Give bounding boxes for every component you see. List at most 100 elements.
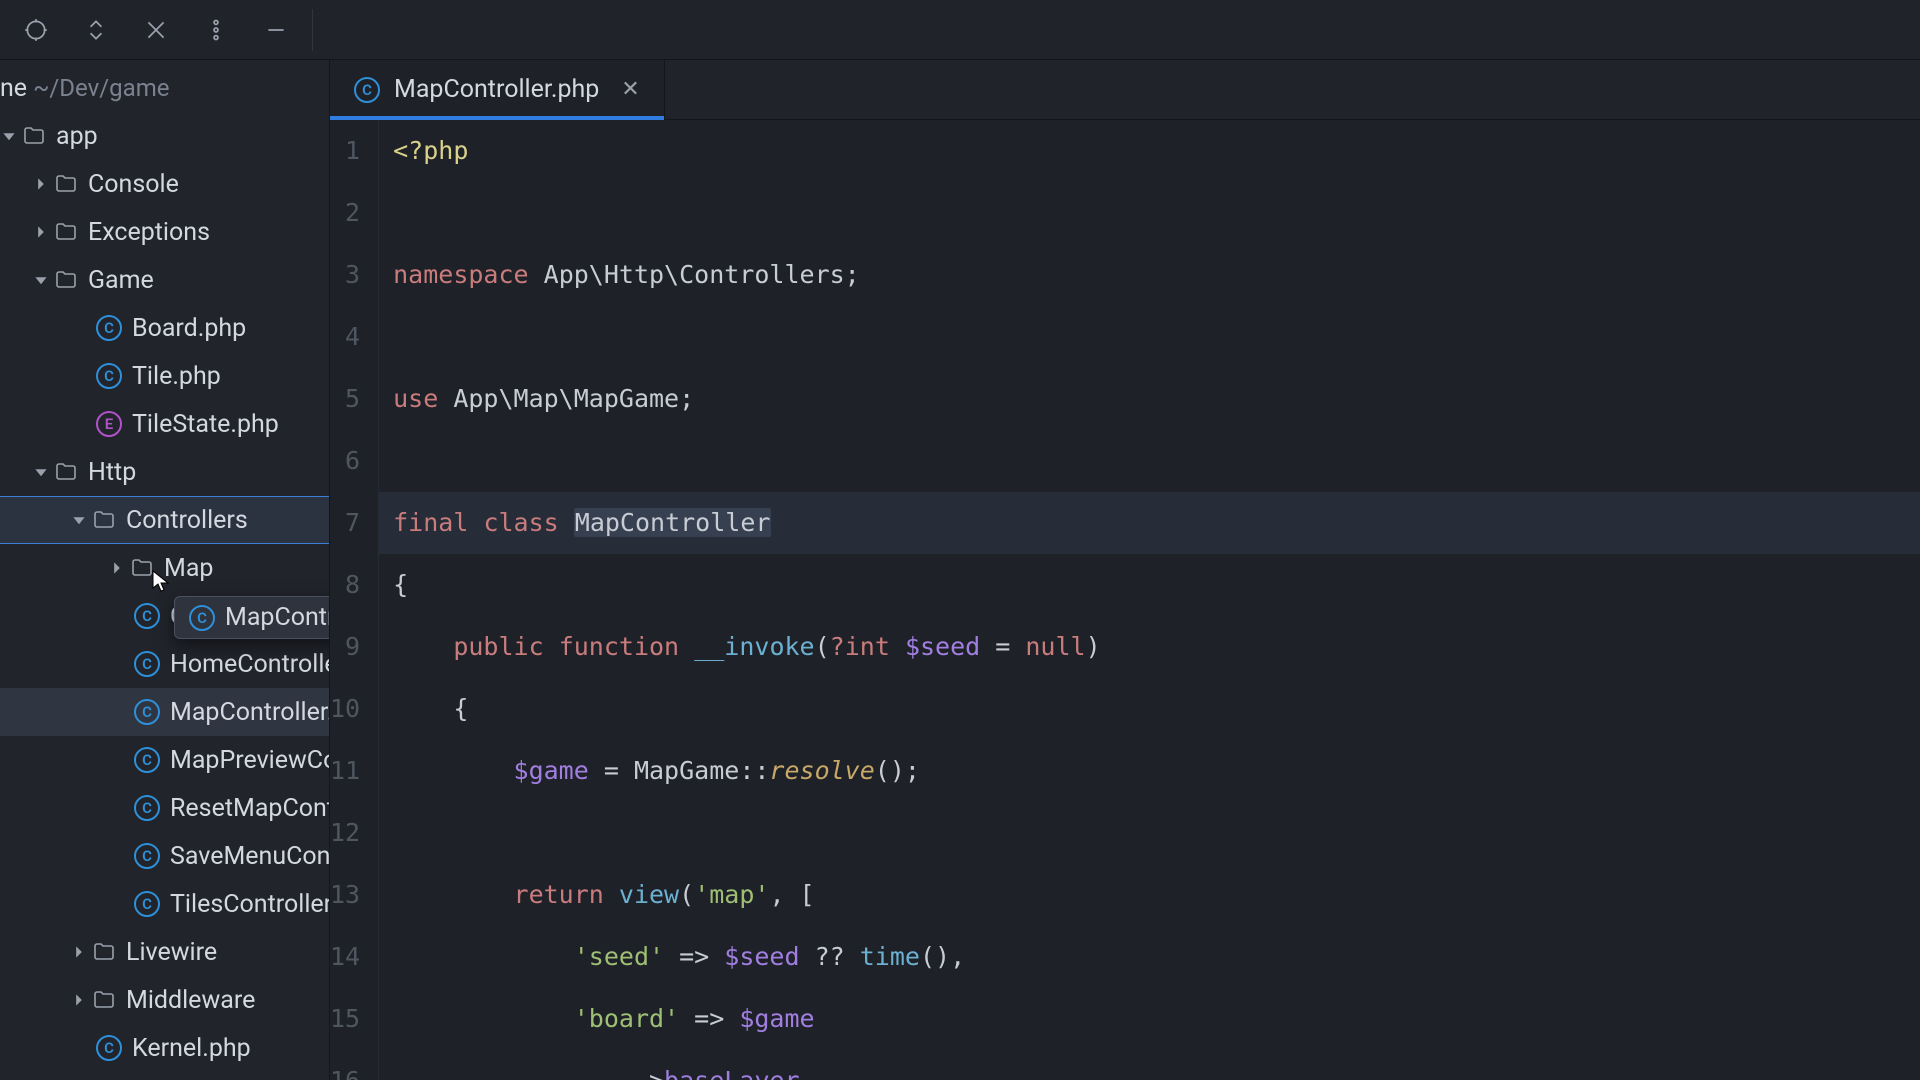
tree-item[interactable]: CSaveMenuControlle <box>0 832 329 880</box>
php-class-icon: C <box>354 77 380 103</box>
code-line[interactable]: <?php <box>393 120 1920 182</box>
chevron-down-icon[interactable] <box>32 271 50 289</box>
code-line[interactable]: return view('map', [ <box>393 864 1920 926</box>
line-number: 3 <box>330 244 360 306</box>
code-line[interactable] <box>393 430 1920 492</box>
code-line[interactable] <box>393 182 1920 244</box>
tree-item[interactable]: Map <box>0 544 329 592</box>
tree-item[interactable]: Livewire <box>0 928 329 976</box>
tree-item-label: TilesController.php <box>170 890 330 919</box>
tab-label: MapController.php <box>394 75 599 104</box>
project-path: ~/Dev/game <box>33 74 169 102</box>
chevron-right-icon[interactable] <box>32 175 50 193</box>
php-class-icon: C <box>134 843 160 869</box>
php-class-icon: C <box>96 363 122 389</box>
tree-item-label: Map <box>164 554 213 583</box>
folder-icon <box>22 124 46 148</box>
project-tree[interactable]: ne ~/Dev/gameappConsoleExceptionsGameCBo… <box>0 60 330 1080</box>
tree-item[interactable]: CKernel.php <box>0 1024 329 1072</box>
tree-item[interactable]: C MapController.php <box>0 688 329 736</box>
tree-item[interactable]: Console <box>0 160 329 208</box>
code-line[interactable] <box>393 802 1920 864</box>
code-line[interactable]: $game = MapGame::resolve(); <box>393 740 1920 802</box>
line-number: 1 <box>330 120 360 182</box>
line-number: 8 <box>330 554 360 616</box>
toolbar <box>0 0 1920 60</box>
code-line[interactable]: ->baseLayer <box>393 1050 1920 1080</box>
line-number: 6 <box>330 430 360 492</box>
line-number: 2 <box>330 182 360 244</box>
code-line[interactable]: namespace App\Http\Controllers; <box>393 244 1920 306</box>
tree-item-label: Controller.php <box>170 602 326 631</box>
tree-item[interactable]: Middleware <box>0 976 329 1024</box>
tree-item[interactable]: C ResetMapControlle <box>0 784 329 832</box>
line-number: 14 <box>330 926 360 988</box>
tree-item-label: MapPreviewContro <box>170 746 330 775</box>
tree-item[interactable]: CTile.php <box>0 352 329 400</box>
code-line[interactable]: { <box>393 554 1920 616</box>
tree-item-label: ResetMapControlle <box>170 794 330 823</box>
editor-area: C MapController.php ✕ 123456789101112131… <box>330 60 1920 1080</box>
target-icon[interactable] <box>20 14 52 46</box>
folder-icon <box>54 460 78 484</box>
code-content[interactable]: <?php namespace App\Http\Controllers; us… <box>379 120 1920 1080</box>
tree-item-label: Http <box>88 458 136 487</box>
php-class-icon: C <box>134 651 160 677</box>
folder-icon <box>92 508 116 532</box>
tree-item[interactable]: CHomeController.ph <box>0 640 329 688</box>
chevron-right-icon[interactable] <box>32 223 50 241</box>
tree-item[interactable]: CBoard.php <box>0 304 329 352</box>
tree-item[interactable]: Controllers <box>0 496 329 544</box>
code-line[interactable]: final class MapController <box>379 492 1920 554</box>
tree-item[interactable]: E TileState.php <box>0 400 329 448</box>
chevron-right-icon[interactable] <box>70 943 88 961</box>
code-editor[interactable]: 12345678910111213141516 <?php namespace … <box>330 120 1920 1080</box>
code-line[interactable] <box>393 306 1920 368</box>
toolbar-icon-group <box>0 0 292 59</box>
chevron-right-icon[interactable] <box>108 559 126 577</box>
line-number: 4 <box>330 306 360 368</box>
tree-item-label: Board.php <box>132 314 246 343</box>
tree-item-label: TileState.php <box>132 410 279 439</box>
line-number: 10 <box>330 678 360 740</box>
tree-item-label: MapController.php <box>170 698 330 727</box>
folder-icon <box>54 172 78 196</box>
tree-item[interactable]: app <box>0 112 329 160</box>
tab-close-icon[interactable]: ✕ <box>621 77 639 102</box>
toolbar-separator <box>312 9 313 51</box>
project-root[interactable]: ne ~/Dev/game <box>0 64 329 112</box>
minimize-icon[interactable] <box>260 14 292 46</box>
code-line[interactable]: { <box>393 678 1920 740</box>
tree-item-label: Middleware <box>126 986 255 1015</box>
tree-item[interactable]: CTilesController.php <box>0 880 329 928</box>
line-number: 16 <box>330 1050 360 1080</box>
tab-mapcontroller[interactable]: C MapController.php ✕ <box>330 60 665 119</box>
code-line[interactable]: public function __invoke(?int $seed = nu… <box>393 616 1920 678</box>
tree-item[interactable]: CController.php <box>0 592 329 640</box>
php-class-icon: C <box>134 699 160 725</box>
tree-item-label: app <box>56 122 98 151</box>
tree-item[interactable]: Game <box>0 256 329 304</box>
folder-icon <box>54 268 78 292</box>
close-icon[interactable] <box>140 14 172 46</box>
chevron-down-icon[interactable] <box>0 127 18 145</box>
code-line[interactable]: use App\Map\MapGame; <box>393 368 1920 430</box>
tree-item-label: Controllers <box>126 506 248 535</box>
chevron-down-icon[interactable] <box>70 511 88 529</box>
expand-collapse-icon[interactable] <box>80 14 112 46</box>
code-line[interactable]: 'seed' => $seed ?? time(), <box>393 926 1920 988</box>
more-icon[interactable] <box>200 14 232 46</box>
project-name: ne <box>0 74 27 103</box>
tree-item[interactable]: Http <box>0 448 329 496</box>
folder-icon <box>130 556 154 580</box>
tree-item[interactable]: CMapPreviewContro <box>0 736 329 784</box>
php-class-icon: C <box>134 795 160 821</box>
chevron-right-icon[interactable] <box>70 991 88 1009</box>
php-enum-icon: E <box>96 411 122 437</box>
tree-item[interactable]: Exceptions <box>0 208 329 256</box>
code-line[interactable]: 'board' => $game <box>393 988 1920 1050</box>
tree-item-label: Exceptions <box>88 218 210 247</box>
tree-item-label: Console <box>88 170 179 199</box>
line-gutter: 12345678910111213141516 <box>330 120 379 1080</box>
chevron-down-icon[interactable] <box>32 463 50 481</box>
